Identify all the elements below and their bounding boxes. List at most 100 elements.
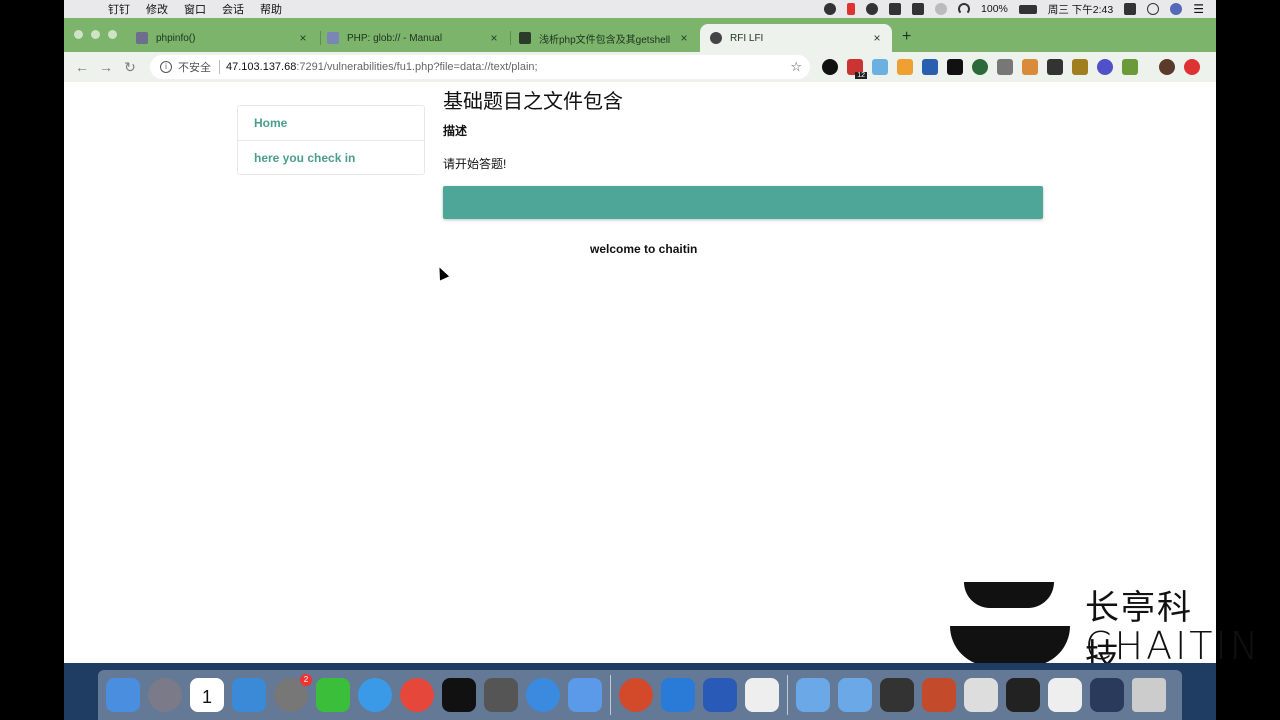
extension-blue-icon[interactable] xyxy=(1097,59,1113,75)
address-bar[interactable]: i 不安全 47.103.137.68 :7291/vulnerabilitie… xyxy=(150,55,810,79)
page-title: 基础题目之文件包含 xyxy=(443,91,623,113)
extension-badge: 12 xyxy=(855,72,867,79)
java-icon[interactable] xyxy=(745,678,779,712)
bookmark-star-icon[interactable]: ☆ xyxy=(790,59,802,75)
extension-circle-icon[interactable] xyxy=(822,59,838,75)
url-host: 47.103.137.68 xyxy=(226,61,297,73)
not-secure-label: 不安全 xyxy=(178,62,211,74)
wifi-icon[interactable] xyxy=(958,3,971,15)
zhihu-favicon-icon xyxy=(519,32,531,44)
php-favicon-icon xyxy=(327,32,339,44)
extension-chart-icon[interactable] xyxy=(897,59,913,75)
forward-arrow-icon[interactable]: → xyxy=(94,59,118,75)
extension-h-icon[interactable] xyxy=(947,59,963,75)
extension-cookie-icon[interactable] xyxy=(997,59,1013,75)
extension-badge-icon[interactable]: 12 xyxy=(847,59,867,79)
extension-wappalyzer-icon[interactable] xyxy=(922,59,938,75)
menu-session[interactable]: 会话 xyxy=(222,1,244,17)
word-icon[interactable] xyxy=(703,678,737,712)
docker-icon[interactable] xyxy=(824,3,837,15)
extension-fox-icon[interactable] xyxy=(1022,59,1038,75)
nav-link-check-in[interactable]: here you check in xyxy=(238,140,424,174)
calendar-icon[interactable]: 1 xyxy=(190,678,224,712)
finder-icon[interactable] xyxy=(106,678,140,712)
tab-title: PHP: glob:// - Manual xyxy=(347,32,443,44)
burp-icon[interactable] xyxy=(922,678,956,712)
info-icon[interactable]: i xyxy=(160,61,172,73)
nav-link-home[interactable]: Home xyxy=(238,106,424,140)
divider xyxy=(219,60,220,74)
chrome-icon[interactable] xyxy=(400,678,434,712)
url-path: :7291/vulnerabilities/fu1.php?file=data:… xyxy=(296,61,538,73)
extension-mask-icon[interactable] xyxy=(1047,59,1063,75)
chaitin-logo-icon xyxy=(950,626,1070,666)
tab-title: phpinfo() xyxy=(156,32,196,44)
minimized-window-icon[interactable] xyxy=(880,678,914,712)
calendar-day: 1 xyxy=(201,687,212,707)
update-icon[interactable] xyxy=(1184,59,1200,75)
applications-folder-icon[interactable] xyxy=(796,678,830,712)
dock: 1 2 xyxy=(98,670,1182,720)
extension-pin-icon[interactable] xyxy=(872,59,888,75)
welcome-text: welcome to chaitin xyxy=(590,242,698,256)
extension-pilcrow-icon[interactable] xyxy=(1072,59,1088,75)
powerpoint-icon[interactable] xyxy=(619,678,653,712)
close-tab-icon[interactable]: × xyxy=(487,31,501,45)
tab-rfi-lfi[interactable]: RFI LFI × xyxy=(700,24,892,52)
trash-icon[interactable] xyxy=(1132,678,1166,712)
minimized-window-icon[interactable] xyxy=(964,678,998,712)
tab-php-manual[interactable]: PHP: glob:// - Manual × xyxy=(317,24,509,52)
safari-icon[interactable] xyxy=(358,678,392,712)
minimized-window-icon[interactable] xyxy=(1090,678,1124,712)
remote-desktop-icon[interactable] xyxy=(568,678,602,712)
tab-phpinfo[interactable]: phpinfo() × xyxy=(126,24,318,52)
close-window-button[interactable] xyxy=(74,30,83,39)
close-tab-icon[interactable]: × xyxy=(296,31,310,45)
parallels-icon[interactable] xyxy=(847,3,856,15)
launchpad-icon[interactable] xyxy=(148,678,182,712)
vpn-icon[interactable] xyxy=(889,3,902,15)
minimize-window-button[interactable] xyxy=(91,30,100,39)
tab-strip: phpinfo() × PHP: glob:// - Manual × 浅析ph… xyxy=(64,18,1216,52)
menu-app[interactable]: 钉钉 xyxy=(108,1,130,17)
menu-edit[interactable]: 修改 xyxy=(146,1,168,17)
spotlight-icon[interactable] xyxy=(1147,3,1160,15)
browser-toolbar: ← → ↻ i 不安全 47.103.137.68 :7291/vulnerab… xyxy=(64,52,1216,82)
result-panel xyxy=(443,186,1043,219)
maximize-window-button[interactable] xyxy=(108,30,117,39)
downloads-folder-icon[interactable] xyxy=(838,678,872,712)
close-tab-icon[interactable]: × xyxy=(677,31,691,45)
extension-green-icon[interactable] xyxy=(972,59,988,75)
shield-icon[interactable] xyxy=(866,3,879,15)
reload-icon[interactable]: ↻ xyxy=(118,59,142,76)
siri-icon[interactable] xyxy=(1170,3,1183,15)
tab-php-article[interactable]: 浅析php文件包含及其getshell × xyxy=(509,24,699,52)
vscode-icon[interactable] xyxy=(661,678,695,712)
minimized-window-icon[interactable] xyxy=(1048,678,1082,712)
extension-leaf-icon[interactable] xyxy=(1122,59,1138,75)
keynote-icon[interactable] xyxy=(232,678,266,712)
dock-separator xyxy=(610,675,611,715)
extension-icons: 12 xyxy=(822,59,1200,79)
system-preferences-icon[interactable]: 2 xyxy=(274,674,312,712)
wechat-icon[interactable] xyxy=(316,678,350,712)
screenshot-icon[interactable] xyxy=(912,3,925,15)
notification-center-icon[interactable]: ☰ xyxy=(1193,2,1204,16)
notification-badge: 2 xyxy=(300,674,312,686)
clock[interactable]: 周三 下午2:43 xyxy=(1048,2,1113,17)
minimized-window-icon[interactable] xyxy=(1006,678,1040,712)
terminal-icon[interactable] xyxy=(442,678,476,712)
profile-avatar[interactable] xyxy=(1159,59,1175,75)
menu-window[interactable]: 窗口 xyxy=(184,1,206,17)
mouse-cursor-icon xyxy=(434,265,450,281)
input-method-icon[interactable] xyxy=(1124,3,1137,15)
back-arrow-icon[interactable]: ← xyxy=(70,59,94,75)
battery-icon[interactable] xyxy=(1018,4,1037,14)
bluetooth-icon[interactable] xyxy=(935,3,948,15)
menu-help[interactable]: 帮助 xyxy=(260,1,282,17)
php-favicon-icon xyxy=(136,32,148,44)
close-tab-icon[interactable]: × xyxy=(870,31,884,45)
new-tab-button[interactable]: + xyxy=(902,28,911,46)
sublime-text-icon[interactable] xyxy=(484,678,518,712)
lark-icon[interactable] xyxy=(526,678,560,712)
